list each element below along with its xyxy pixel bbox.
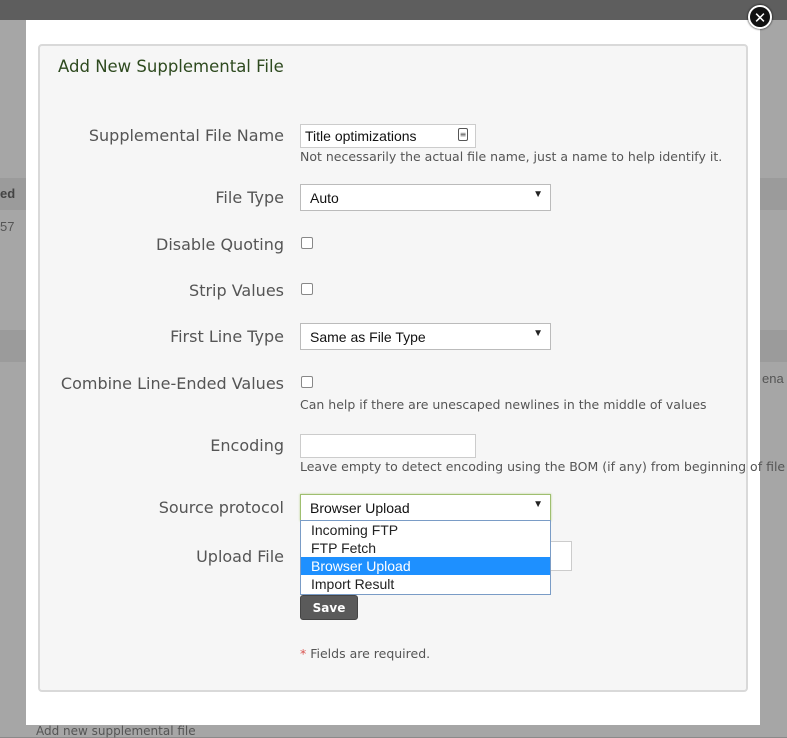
first-line-type-select[interactable]: Same as File Type ▼ (300, 323, 551, 350)
source-protocol-value: Browser Upload (310, 500, 410, 516)
upload-file-label: Upload File (196, 547, 284, 566)
option-import-result[interactable]: Import Result (301, 575, 550, 593)
file-type-value: Auto (310, 190, 339, 206)
first-line-type-value: Same as File Type (310, 329, 426, 345)
modal-title: Add New Supplemental File (58, 57, 284, 76)
close-button[interactable]: ✕ (748, 5, 772, 29)
combine-line-ended-label: Combine Line-Ended Values (60, 374, 284, 393)
source-protocol-select[interactable]: Browser Upload ▼ (300, 494, 551, 521)
chevron-down-icon: ▼ (533, 328, 543, 339)
file-name-input[interactable]: Title optimizations (300, 124, 476, 148)
file-type-select[interactable]: Auto ▼ (300, 184, 551, 211)
required-text: Fields are required. (310, 646, 431, 661)
source-protocol-dropdown: Incoming FTP FTP Fetch Browser Upload Im… (300, 520, 551, 595)
background-top-bar (0, 0, 787, 20)
autofill-contact-icon[interactable]: ≡ (458, 128, 468, 141)
chevron-down-icon: ▼ (533, 499, 543, 510)
first-line-type-label: First Line Type (170, 327, 284, 346)
combine-line-ended-checkbox[interactable] (301, 376, 313, 388)
required-star: * (300, 646, 307, 661)
disable-quoting-checkbox[interactable] (301, 237, 313, 249)
strip-values-label: Strip Values (189, 281, 284, 300)
option-browser-upload[interactable]: Browser Upload (301, 557, 550, 575)
background-row-value: 57 (0, 219, 15, 234)
required-note: * Fields are required. (300, 646, 430, 661)
strip-values-checkbox[interactable] (301, 283, 313, 295)
encoding-help: Leave empty to detect encoding using the… (300, 459, 786, 474)
file-name-help: Not necessarily the actual file name, ju… (300, 149, 723, 164)
add-supplemental-file-link[interactable]: Add new supplemental file (36, 724, 196, 738)
source-protocol-label: Source protocol (158, 498, 284, 517)
option-incoming-ftp[interactable]: Incoming FTP (301, 521, 550, 539)
save-button[interactable]: Save (300, 595, 358, 620)
upload-file-input[interactable] (550, 541, 572, 571)
background-right-text: ena (762, 371, 784, 386)
file-type-label: File Type (215, 188, 284, 207)
disable-quoting-label: Disable Quoting (156, 235, 284, 254)
file-name-label: Supplemental File Name (88, 126, 284, 145)
encoding-label: Encoding (210, 436, 284, 455)
background-column-header: ed (0, 186, 16, 201)
chevron-down-icon: ▼ (533, 189, 543, 200)
combine-line-ended-help: Can help if there are unescaped newlines… (300, 397, 707, 412)
encoding-input[interactable] (300, 434, 476, 458)
option-ftp-fetch[interactable]: FTP Fetch (301, 539, 550, 557)
